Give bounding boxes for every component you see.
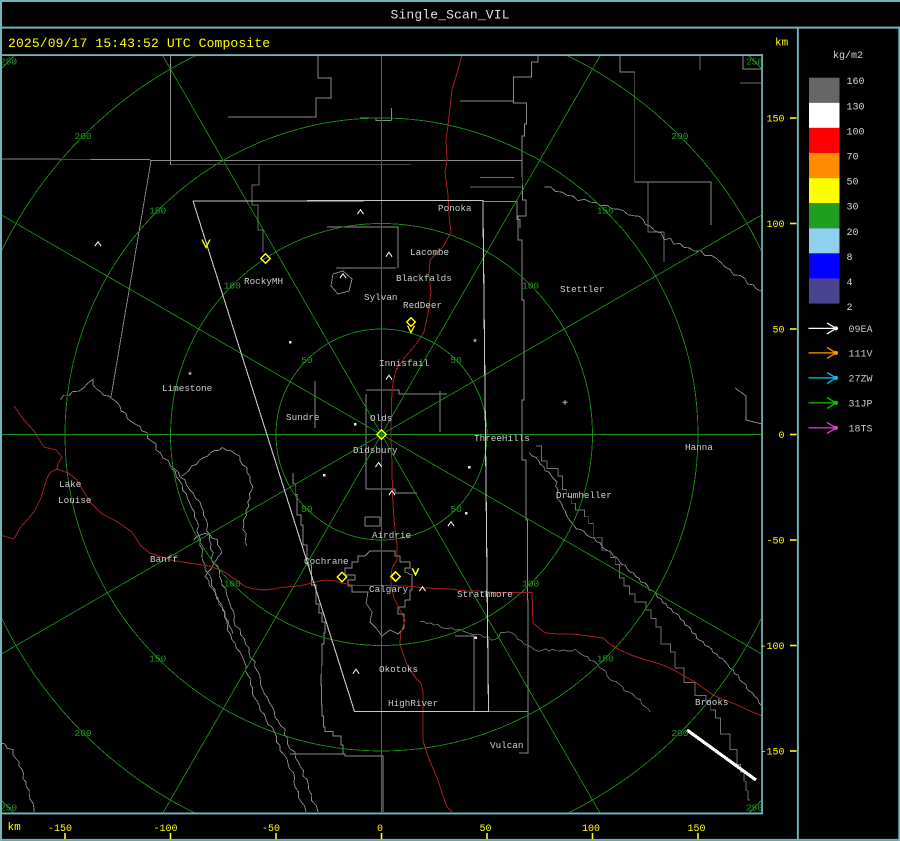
svg-text:150: 150 (766, 115, 784, 126)
svg-text:100: 100 (224, 280, 241, 291)
svg-text:27ZW: 27ZW (849, 374, 873, 385)
svg-text:200: 200 (671, 131, 688, 142)
svg-text:150: 150 (687, 824, 705, 835)
svg-text:250: 250 (746, 803, 763, 814)
svg-text:100: 100 (224, 579, 241, 590)
svg-text:250: 250 (746, 57, 763, 68)
svg-text:50: 50 (847, 178, 859, 189)
svg-text:150: 150 (149, 206, 166, 217)
svg-text:50: 50 (450, 504, 462, 515)
svg-text:50: 50 (772, 326, 784, 337)
svg-text:150: 150 (597, 206, 614, 217)
svg-text:RedDeer: RedDeer (403, 300, 442, 311)
svg-text:2: 2 (847, 303, 853, 314)
svg-text:kg/m2: kg/m2 (833, 50, 863, 62)
svg-text:150: 150 (597, 653, 614, 664)
svg-text:30: 30 (847, 203, 859, 214)
svg-text:Strathmore: Strathmore (457, 589, 513, 600)
svg-text:200: 200 (671, 728, 688, 739)
svg-text:Lake: Lake (59, 479, 81, 490)
svg-text:100: 100 (522, 280, 539, 291)
svg-text:100: 100 (522, 579, 539, 590)
svg-text:250: 250 (0, 57, 17, 68)
svg-text:km: km (775, 38, 789, 50)
svg-text:-150: -150 (760, 748, 784, 759)
svg-text:-150: -150 (48, 824, 72, 835)
svg-text:111V: 111V (849, 349, 873, 360)
svg-text:100: 100 (582, 824, 600, 835)
svg-text:20: 20 (847, 228, 859, 239)
svg-text:Sylvan: Sylvan (364, 292, 397, 303)
svg-text:Banff: Banff (150, 554, 178, 565)
svg-text:50: 50 (450, 355, 462, 366)
svg-text:50: 50 (301, 355, 313, 366)
svg-text:Innisfail: Innisfail (379, 358, 430, 369)
svg-text:Vulcan: Vulcan (490, 740, 523, 751)
svg-text:31JP: 31JP (849, 399, 873, 410)
svg-text:*: * (472, 338, 478, 350)
svg-text:100: 100 (847, 127, 865, 138)
svg-text:Okotoks: Okotoks (379, 664, 418, 675)
svg-text:HighRiver: HighRiver (388, 698, 438, 709)
svg-text:km: km (8, 822, 22, 834)
svg-text:8: 8 (847, 253, 853, 264)
svg-text:Lacombe: Lacombe (410, 247, 449, 258)
svg-text:Single_Scan_VIL: Single_Scan_VIL (391, 8, 510, 23)
svg-text:Limestone: Limestone (162, 383, 212, 394)
svg-text:Hanna: Hanna (685, 442, 713, 453)
svg-text:Drumheller: Drumheller (556, 490, 612, 501)
svg-text:130: 130 (847, 102, 865, 113)
svg-text:0: 0 (778, 431, 784, 442)
svg-text:Sundre: Sundre (286, 412, 319, 423)
svg-text:*: * (187, 371, 193, 383)
svg-text:Ponoka: Ponoka (438, 203, 472, 214)
svg-text:-50: -50 (766, 537, 784, 548)
svg-text:Stettler: Stettler (560, 284, 605, 295)
svg-text:+: + (562, 399, 568, 410)
svg-text:Calgary: Calgary (369, 584, 408, 595)
svg-text:2025/09/17 15:43:52 UTC Compos: 2025/09/17 15:43:52 UTC Composite (8, 36, 270, 51)
svg-text:250: 250 (0, 803, 17, 814)
svg-text:-100: -100 (153, 824, 177, 835)
svg-text:Blackfalds: Blackfalds (396, 273, 452, 284)
svg-text:200: 200 (75, 728, 92, 739)
svg-text:Cochrane: Cochrane (304, 556, 349, 567)
svg-text:100: 100 (766, 220, 784, 231)
svg-text:Airdrie: Airdrie (372, 530, 411, 541)
svg-text:Brooks: Brooks (695, 697, 728, 708)
svg-text:50: 50 (479, 824, 491, 835)
svg-text:70: 70 (847, 153, 859, 164)
svg-text:Olds: Olds (370, 413, 392, 424)
svg-text:09EA: 09EA (849, 325, 873, 336)
svg-text:Didsbury: Didsbury (353, 445, 398, 456)
svg-text:200: 200 (75, 131, 92, 142)
svg-text:4: 4 (847, 278, 853, 289)
svg-text:-100: -100 (760, 642, 784, 653)
svg-text:-50: -50 (262, 824, 280, 835)
svg-text:Louise: Louise (58, 495, 91, 506)
svg-text:150: 150 (149, 653, 166, 664)
svg-text:160: 160 (847, 77, 865, 88)
svg-text:50: 50 (301, 504, 313, 515)
svg-text:18TS: 18TS (849, 424, 873, 435)
svg-text:ThreeHills: ThreeHills (474, 433, 530, 444)
svg-text:RockyMH: RockyMH (244, 276, 283, 287)
